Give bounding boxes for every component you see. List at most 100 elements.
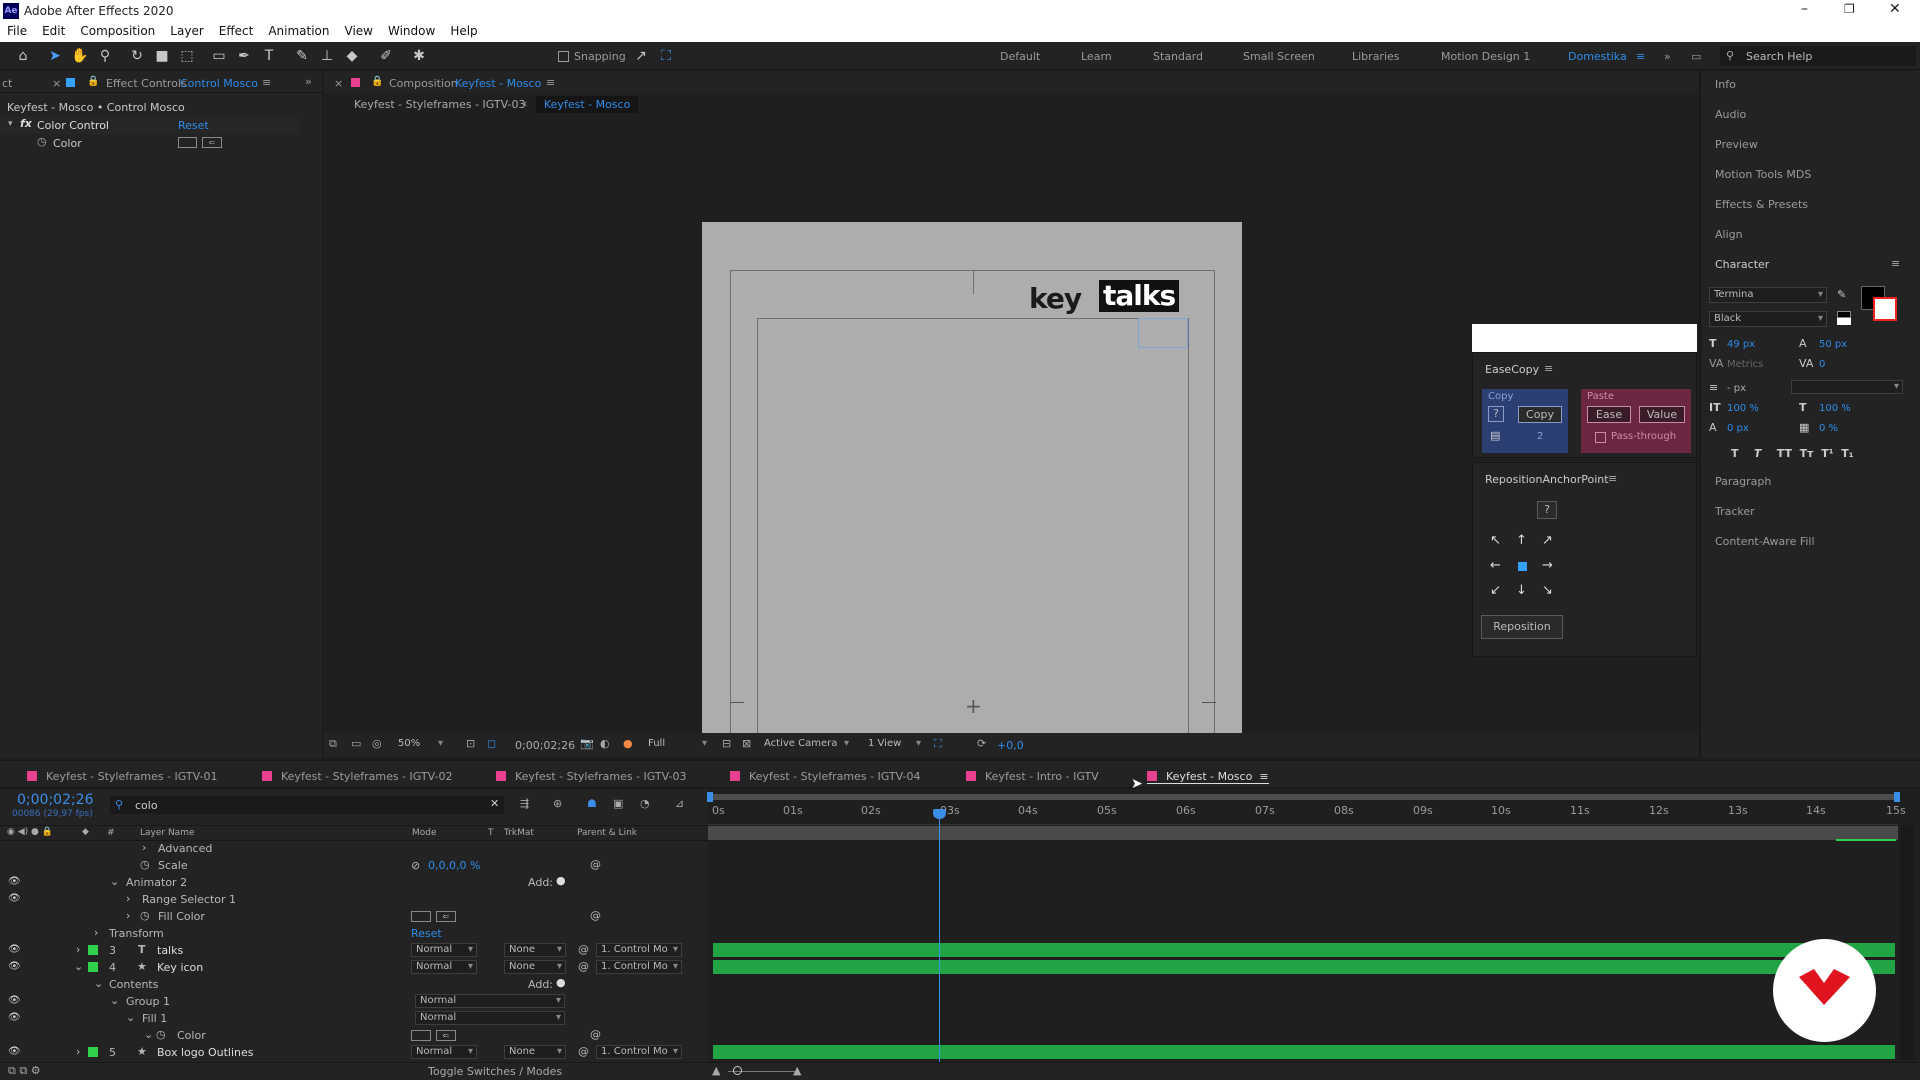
rectangle-tool-icon[interactable]: ▭ xyxy=(210,47,228,65)
all-caps-icon[interactable]: TT xyxy=(1777,447,1792,460)
stopwatch-icon[interactable]: ◷ xyxy=(156,1028,166,1041)
layer-bar-5[interactable] xyxy=(713,1045,1895,1059)
workspace-motion-design[interactable]: Motion Design 1 xyxy=(1441,50,1530,63)
selection-tool-icon[interactable]: ➤ xyxy=(46,47,64,65)
draft-3d-icon[interactable]: ⊛ xyxy=(553,797,562,810)
panel-character[interactable]: Character xyxy=(1715,258,1769,271)
panel-motion-tools[interactable]: Motion Tools MDS xyxy=(1715,168,1811,181)
anchor-crosshair-icon[interactable]: + xyxy=(965,694,982,718)
exposure-value[interactable]: +0,0 xyxy=(997,739,1024,752)
visibility-eye-icon[interactable]: 👁 xyxy=(8,944,21,955)
workspace-domestika[interactable]: Domestika xyxy=(1568,50,1627,63)
panel-menu-icon[interactable]: ≡ xyxy=(262,76,271,89)
layer-name[interactable]: Box logo Outlines xyxy=(157,1046,253,1059)
color-swatch[interactable] xyxy=(178,137,197,148)
layer-search-field[interactable]: ⚲ colo ✕ xyxy=(110,796,504,814)
menu-animation[interactable]: Animation xyxy=(261,22,337,38)
lock-icon[interactable]: 🔒 xyxy=(371,76,383,87)
expand-arrow-icon[interactable]: › xyxy=(142,841,146,854)
anchor-top-icon[interactable]: ↑ xyxy=(1516,533,1527,548)
layer-name[interactable]: talks xyxy=(157,944,183,957)
track-matte-select[interactable]: None xyxy=(504,960,566,974)
small-caps-icon[interactable]: Tт xyxy=(1800,447,1814,460)
reposition-help-button[interactable]: ? xyxy=(1537,501,1557,519)
color-swatch[interactable] xyxy=(411,1030,431,1041)
font-style-select[interactable]: Black xyxy=(1709,311,1827,327)
expand-arrow-icon[interactable]: › xyxy=(126,909,130,922)
work-area-bar[interactable] xyxy=(708,794,1898,800)
anchor-right-icon[interactable]: → xyxy=(1542,558,1553,573)
menu-view[interactable]: View xyxy=(338,22,381,38)
row-fill-color[interactable]: › ◷ Fill Color ⇐ @ xyxy=(0,908,705,925)
camera-tool-icon[interactable]: ■ xyxy=(153,47,171,65)
layer-switches-icon[interactable]: ⧉ ⧉ ⚙ xyxy=(8,1064,41,1078)
composition-tab[interactable]: × 🔒 Composition Keyfest - Mosco ≡ xyxy=(324,71,1698,93)
home-icon[interactable]: ⌂ xyxy=(14,47,32,65)
expand-panel-icon[interactable]: » xyxy=(305,75,312,88)
layer-row-5[interactable]: 👁 › 5 ★ Box logo Outlines Normal None @ … xyxy=(0,1044,705,1061)
roto-brush-tool-icon[interactable]: ✐ xyxy=(377,47,395,65)
workspace-learn[interactable]: Learn xyxy=(1081,50,1112,63)
anchor-bottom-left-icon[interactable]: ↙ xyxy=(1490,583,1501,598)
black-swatch[interactable] xyxy=(1837,311,1851,318)
breadcrumb-parent[interactable]: Keyfest - Styleframes - IGTV-03 xyxy=(354,98,525,111)
zoom-in-icon[interactable]: ▲ xyxy=(793,1064,801,1077)
blend-mode-select[interactable]: Normal xyxy=(411,960,477,974)
breadcrumb-current[interactable]: Keyfest - Mosco xyxy=(536,96,639,113)
fill-blend-select[interactable]: Normal xyxy=(415,1011,565,1025)
menu-composition[interactable]: Composition xyxy=(73,22,163,38)
menu-window[interactable]: Window xyxy=(381,22,443,38)
row-fill-1[interactable]: 👁 ⌄ Fill 1 Normal xyxy=(0,1010,705,1027)
font-family-select[interactable]: Termina xyxy=(1709,287,1827,303)
tsume-value[interactable]: 0 % xyxy=(1819,423,1838,434)
faux-italic-icon[interactable]: T xyxy=(1754,447,1762,460)
hand-tool-icon[interactable]: ✋ xyxy=(71,47,89,65)
layer-bar-4[interactable] xyxy=(713,960,1895,974)
add-menu-icon[interactable]: ● xyxy=(556,976,566,989)
timeline-tab-5[interactable]: Keyfest - Intro - IGTV xyxy=(966,770,1099,783)
anchor-left-icon[interactable]: ← xyxy=(1490,558,1501,573)
timeline-scrollbar[interactable] xyxy=(1900,825,1914,1060)
reposition-button[interactable]: Reposition xyxy=(1481,615,1563,639)
label-color-icon[interactable] xyxy=(88,945,98,955)
snap-option-icon[interactable]: ↗ xyxy=(632,47,650,65)
stroke-color-swatch[interactable] xyxy=(1873,297,1897,321)
layer-row-3[interactable]: 👁 › 3 T talks Normal None @ 1. Control M… xyxy=(0,942,705,959)
collapse-arrow-icon[interactable]: ⌄ xyxy=(94,977,103,990)
project-tab-stub[interactable]: ct xyxy=(2,77,12,90)
pickwhip-icon[interactable]: @ xyxy=(590,909,601,922)
pen-tool-icon[interactable]: ✒ xyxy=(235,47,253,65)
anchor-center-icon[interactable] xyxy=(1518,562,1527,571)
paste-ease-button[interactable]: Ease xyxy=(1587,406,1631,423)
reposition-menu-icon[interactable]: ≡ xyxy=(1608,472,1617,485)
shy-icon[interactable]: ☗ xyxy=(587,797,597,810)
visibility-eye-icon[interactable]: 👁 xyxy=(8,893,21,904)
blend-mode-select[interactable]: Normal xyxy=(411,943,477,957)
pan-behind-tool-icon[interactable]: ⬚ xyxy=(178,47,196,65)
effect-reset-link[interactable]: Reset xyxy=(178,119,209,132)
vr-icon[interactable]: ◎ xyxy=(372,737,382,750)
collapse-arrow-icon[interactable]: ⌄ xyxy=(110,994,119,1007)
link-icon[interactable]: ⊘ xyxy=(411,859,420,872)
layer-bar-3[interactable] xyxy=(713,943,1895,957)
kerning-value[interactable]: Metrics xyxy=(1727,359,1763,370)
faux-bold-icon[interactable]: T xyxy=(1731,447,1739,460)
menu-help[interactable]: Help xyxy=(443,22,485,38)
menu-effect[interactable]: Effect xyxy=(212,22,262,38)
collapse-arrow-icon[interactable]: ▾ xyxy=(8,119,13,129)
workspace-menu-icon[interactable]: ≡ xyxy=(1636,50,1645,63)
restore-icon[interactable]: ❐ xyxy=(1844,2,1855,16)
easecopy-menu-icon[interactable]: ≡ xyxy=(1544,362,1553,375)
views-select[interactable]: 1 View xyxy=(864,738,924,752)
horizontal-scale-value[interactable]: 100 % xyxy=(1819,403,1851,414)
roi-icon[interactable]: ⊟ xyxy=(722,737,731,750)
row-contents[interactable]: ⌄ Contents Add: ● xyxy=(0,976,705,993)
collapse-arrow-icon[interactable]: ⌄ xyxy=(126,1011,135,1024)
stopwatch-icon[interactable]: ◷ xyxy=(140,909,150,922)
tracking-value[interactable]: 0 xyxy=(1819,359,1825,370)
clone-stamp-tool-icon[interactable]: ⊥ xyxy=(318,47,336,65)
clear-search-icon[interactable]: ✕ xyxy=(490,797,499,810)
pickwhip-icon[interactable]: @ xyxy=(578,943,589,956)
collapse-arrow-icon[interactable]: ⌄ xyxy=(74,960,83,973)
visibility-eye-icon[interactable]: 👁 xyxy=(8,1012,21,1023)
